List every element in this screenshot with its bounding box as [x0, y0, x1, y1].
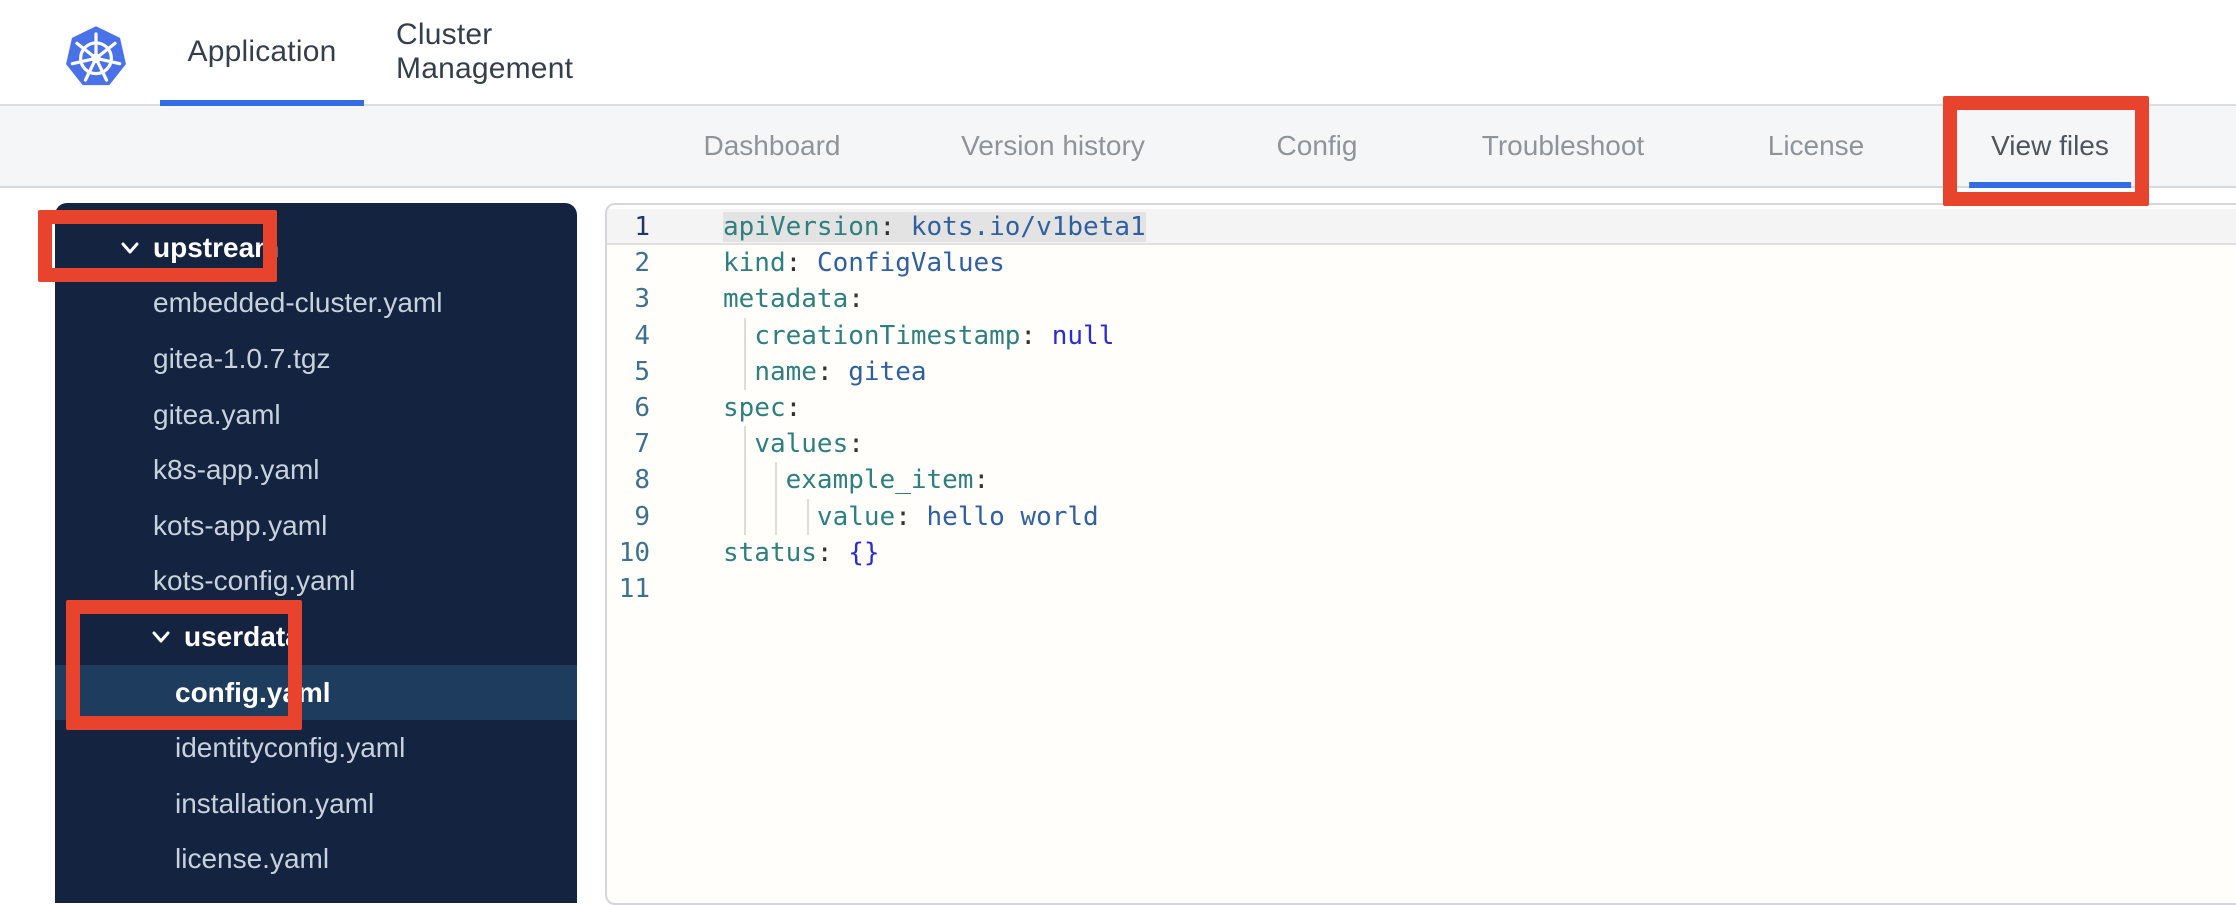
code-line-text: spec:	[723, 392, 802, 423]
code-line-1: 1 apiVersion: kots.io/v1beta1	[607, 209, 2236, 246]
code-line-text: apiVersion: kots.io/v1beta1	[723, 212, 1146, 242]
tree-file-embedded-cluster-yaml[interactable]: embedded-cluster.yaml	[55, 276, 577, 332]
file-tree-sidebar: upstream embedded-cluster.yaml gitea-1.0.7…	[55, 203, 577, 903]
tree-item-label: kots-config.yaml	[153, 565, 356, 597]
code-line-text: example_item:	[663, 462, 989, 499]
tab-config[interactable]: Config	[1277, 106, 1358, 186]
indent-guide	[775, 498, 778, 535]
tree-item-label: embedded-cluster.yaml	[153, 287, 443, 319]
primary-tab-application[interactable]: Application	[160, 0, 364, 106]
tree-file-identityconfig-yaml[interactable]: identityconfig.yaml	[55, 720, 577, 776]
code-line-text: name: gitea	[663, 353, 927, 390]
tree-item-label: userdata	[184, 620, 301, 652]
tab-dashboard[interactable]: Dashboard	[704, 106, 841, 186]
tree-file-gitea-yaml[interactable]: gitea.yaml	[55, 387, 577, 443]
code-line-text: creationTimestamp: null	[663, 317, 1114, 354]
tree-item-label: k8s-app.yaml	[153, 454, 320, 486]
code-line-11: 11	[607, 571, 2236, 607]
tab-version-history-label: Version history	[961, 130, 1145, 161]
tab-license-label: License	[1767, 130, 1865, 161]
line-number: 10	[618, 537, 650, 568]
indent-guide	[744, 317, 747, 354]
tree-file-kots-config-yaml[interactable]: kots-config.yaml	[55, 554, 577, 610]
chevron-down-icon	[152, 631, 170, 643]
line-number: 4	[634, 320, 650, 351]
line-number: 7	[634, 429, 650, 460]
tree-file-config-yaml[interactable]: config.yaml	[55, 664, 577, 721]
code-line-7: 7 values:	[607, 426, 2236, 463]
tree-folder-upstream[interactable]: upstream	[55, 220, 577, 276]
code-line-text: value: hello world	[663, 498, 1099, 535]
line-number: 3	[634, 284, 650, 315]
tab-license[interactable]: License	[1768, 106, 1865, 186]
active-tab-underline	[1968, 182, 2131, 188]
indent-guide	[775, 462, 778, 499]
tab-view-files-label: View files	[1991, 130, 2109, 161]
code-line-text: metadata:	[723, 284, 864, 315]
primary-tab-cluster-management[interactable]: Cluster Management	[396, 0, 664, 104]
tree-item-label: upstream	[153, 231, 280, 263]
tree-file-kots-app-yaml[interactable]: kots-app.yaml	[55, 498, 577, 554]
line-number: 6	[634, 392, 650, 423]
tree-item-label: gitea.yaml	[153, 398, 281, 430]
tab-troubleshoot-label: Troubleshoot	[1481, 130, 1645, 161]
tree-file-installation-yaml[interactable]: installation.yaml	[55, 776, 577, 832]
line-number: 5	[634, 356, 650, 387]
tab-dashboard-label: Dashboard	[703, 130, 841, 161]
kubernetes-logo-icon	[64, 25, 128, 89]
line-number: 11	[618, 573, 650, 604]
tab-troubleshoot[interactable]: Troubleshoot	[1482, 106, 1644, 186]
tree-item-label: license.yaml	[175, 843, 330, 875]
tree-file-k8s-app-yaml[interactable]: k8s-app.yaml	[55, 442, 577, 498]
indent-guide	[806, 498, 809, 535]
code-line-3: 3 metadata:	[607, 281, 2236, 317]
line-number: 2	[634, 248, 650, 279]
line-number: 1	[634, 212, 650, 242]
code-line-2: 2 kind: ConfigValues	[607, 245, 2236, 281]
code-line-5: 5 name: gitea	[607, 353, 2236, 390]
tree-item-label: identityconfig.yaml	[175, 732, 406, 764]
indent-guide	[744, 353, 747, 390]
tree-item-label: config.yaml	[175, 676, 331, 708]
tree-file-license-yaml[interactable]: license.yaml	[55, 832, 577, 888]
tree-item-label: installation.yaml	[175, 787, 375, 819]
primary-tab-application-label: Application	[187, 35, 337, 68]
file-content-viewer: 1 apiVersion: kots.io/v1beta1 2 kind: Confi…	[605, 203, 2236, 905]
code-line-text: kind: ConfigValues	[723, 248, 1005, 279]
app-nav: Dashboard Version history Config Trouble…	[0, 106, 2236, 188]
code-line-8: 8 example_item:	[607, 462, 2236, 499]
chevron-down-icon	[121, 242, 139, 254]
tab-version-history[interactable]: Version history	[961, 106, 1145, 186]
code-lines: 1 apiVersion: kots.io/v1beta1 2 kind: Confi…	[607, 209, 2236, 607]
code-line-6: 6 spec:	[607, 390, 2236, 426]
tree-item-label: kots-app.yaml	[153, 509, 328, 541]
indent-guide	[744, 498, 747, 535]
line-number: 8	[634, 465, 650, 496]
primary-nav: Application Cluster Management	[0, 0, 2236, 106]
tree-item-label: gitea-1.0.7.tgz	[153, 342, 331, 374]
code-line-text: status: {}	[723, 537, 880, 568]
indent-guide	[744, 426, 747, 463]
code-line-text	[663, 571, 723, 607]
code-line-4: 4 creationTimestamp: null	[607, 317, 2236, 354]
line-number: 9	[634, 501, 650, 532]
tab-config-label: Config	[1276, 130, 1358, 161]
tree-folder-userdata[interactable]: userdata	[55, 609, 577, 665]
code-line-10: 10 status: {}	[607, 535, 2236, 571]
tab-view-files[interactable]: View files	[1968, 106, 2131, 188]
primary-tab-cluster-management-label: Cluster Management	[396, 18, 574, 85]
code-line-text: values:	[663, 426, 864, 463]
indent-guide	[744, 462, 747, 499]
code-line-9: 9 value: hello world	[607, 498, 2236, 535]
tree-file-gitea-1-0-7-tgz[interactable]: gitea-1.0.7.tgz	[55, 331, 577, 387]
